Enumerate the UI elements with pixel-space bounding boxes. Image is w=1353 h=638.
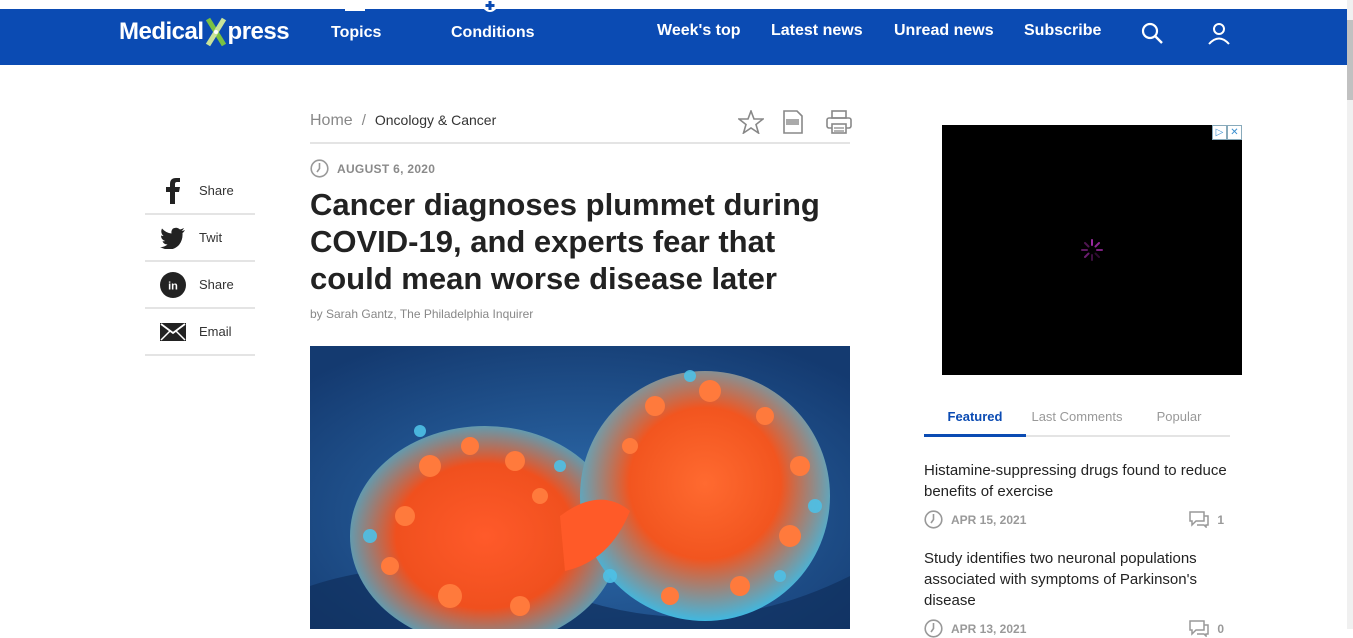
list-item: Study identifies two neuronal population… [924, 548, 1230, 638]
news-headline-link[interactable]: Histamine-suppressing drugs found to red… [924, 462, 1227, 500]
article-hero-image[interactable] [310, 346, 850, 629]
logo-text-right: press [227, 18, 290, 45]
tab-last-comments[interactable]: Last Comments [1026, 399, 1128, 435]
pdf-download-icon[interactable] [782, 110, 806, 134]
linkedin-share-button[interactable]: in Share [145, 262, 255, 309]
comments-icon [1189, 511, 1210, 528]
sidebar-tabs: Featured Last Comments Popular [924, 399, 1230, 437]
hamburger-icon [345, 3, 365, 11]
tab-popular[interactable]: Popular [1128, 399, 1230, 435]
news-comments[interactable]: 1 [1189, 511, 1224, 528]
scrollbar-thumb[interactable] [1347, 20, 1353, 100]
news-date-text: APR 15, 2021 [951, 512, 1027, 527]
svg-text:in: in [168, 280, 178, 292]
latest-news-link[interactable]: Latest news [771, 22, 863, 40]
linkedin-share-label: Share [199, 277, 234, 292]
email-share-button[interactable]: Email [145, 309, 255, 356]
list-item: Histamine-suppressing drugs found to red… [924, 460, 1230, 529]
conditions-label: Conditions [451, 24, 535, 41]
twitter-share-button[interactable]: Twit [145, 215, 255, 262]
page-scrollbar[interactable] [1347, 0, 1353, 629]
advertisement[interactable]: ▷ ✕ [942, 125, 1242, 375]
share-panel: Share Twit in Share Email [145, 168, 255, 356]
email-icon [159, 318, 187, 346]
breadcrumb-category-link[interactable]: Oncology & Cancer [375, 112, 496, 128]
print-icon[interactable] [826, 110, 852, 134]
article-byline: by Sarah Gantz, The Philadelphia Inquire… [310, 307, 534, 321]
clock-icon [924, 510, 943, 529]
email-share-label: Email [199, 324, 232, 339]
bookmark-star-icon[interactable] [736, 108, 766, 135]
breadcrumb: Home / Oncology & Cancer [310, 108, 852, 144]
weeks-top-link[interactable]: Week's top [657, 22, 741, 40]
breadcrumb-home-link[interactable]: Home [310, 112, 353, 130]
news-headline-link[interactable]: Study identifies two neuronal population… [924, 550, 1197, 609]
twitter-share-label: Twit [199, 230, 223, 245]
ad-choices-icon[interactable]: ▷ [1212, 125, 1227, 140]
site-header: Medical press Topics Conditions Week's t… [0, 1, 1347, 65]
news-date: APR 15, 2021 [924, 510, 1026, 529]
facebook-share-button[interactable]: Share [145, 168, 255, 215]
facebook-share-label: Share [199, 183, 234, 198]
subscribe-link[interactable]: Subscribe [1024, 22, 1101, 40]
article-date-text: AUGUST 6, 2020 [337, 161, 436, 176]
topics-label: Topics [331, 24, 382, 41]
news-comments-count: 1 [1217, 512, 1224, 527]
ad-close-icon[interactable]: ✕ [1227, 125, 1242, 140]
article-tools [736, 108, 852, 135]
site-logo[interactable]: Medical press [119, 17, 290, 47]
news-meta: APR 15, 2021 1 [924, 510, 1230, 529]
tab-featured[interactable]: Featured [924, 399, 1026, 437]
dividing-cancer-cell-illustration [310, 346, 850, 629]
conditions-menu-button[interactable]: Conditions [451, 1, 535, 42]
breadcrumb-separator: / [361, 112, 366, 129]
article-title: Cancer diagnoses plummet during COVID-19… [310, 187, 820, 296]
logo-text-left: Medical [119, 18, 204, 45]
search-icon[interactable] [1140, 21, 1164, 45]
linkedin-icon: in [159, 271, 187, 299]
topics-menu-button[interactable]: Topics [331, 3, 382, 42]
facebook-icon [159, 177, 187, 205]
user-account-icon[interactable] [1207, 21, 1231, 45]
ad-choices-badge[interactable]: ▷ ✕ [1212, 125, 1242, 140]
medical-cross-icon [482, 1, 498, 12]
clock-icon [310, 159, 329, 178]
logo-x-icon [205, 17, 227, 47]
browser-top-edge [0, 0, 1353, 9]
loading-spinner-icon [1081, 239, 1103, 261]
unread-news-link[interactable]: Unread news [894, 22, 994, 40]
article-date: AUGUST 6, 2020 [310, 159, 435, 178]
twitter-icon [159, 224, 187, 252]
